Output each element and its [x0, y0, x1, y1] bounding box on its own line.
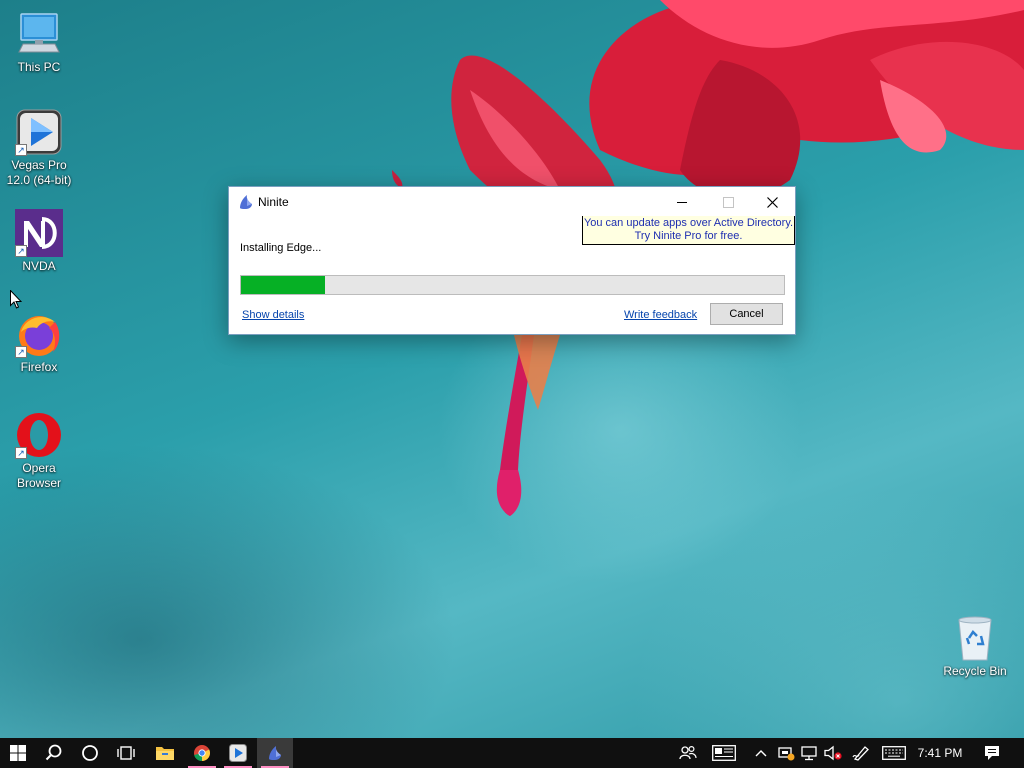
shortcut-arrow-icon: ↗	[15, 245, 27, 257]
vegas-pro-icon: ↗	[15, 108, 63, 156]
notifications-icon	[985, 746, 999, 760]
desktop-icon-label: NVDA	[22, 259, 56, 273]
show-details-link[interactable]: Show details	[242, 309, 304, 321]
people-button[interactable]	[674, 738, 702, 768]
install-progress-bar	[240, 275, 785, 295]
nvda-icon: ↗	[15, 209, 63, 257]
minimize-button[interactable]	[659, 187, 705, 217]
desktop-icon-label: Firefox	[20, 360, 58, 374]
search-icon	[45, 744, 62, 761]
volume-muted-icon	[824, 745, 842, 761]
ninite-taskbar-button[interactable]	[257, 738, 293, 768]
ninite-icon	[269, 746, 281, 760]
task-view-button[interactable]	[108, 738, 144, 768]
promo-line: You can update apps over Active Director…	[583, 217, 794, 229]
pen-workspace-button[interactable]	[850, 738, 872, 768]
shortcut-arrow-icon: ↗	[15, 144, 27, 156]
task-view-icon	[117, 746, 135, 760]
touch-keyboard-button[interactable]	[879, 738, 909, 768]
news-button[interactable]	[708, 738, 740, 768]
desktop-icon-label: Recycle Bin	[943, 664, 1007, 678]
mouse-cursor-icon	[10, 290, 22, 309]
write-feedback-link[interactable]: Write feedback	[624, 309, 697, 321]
taskbar: 7:41 PM	[0, 738, 1024, 768]
cortana-icon	[82, 745, 98, 761]
vegas-pro-taskbar-button[interactable]	[220, 738, 256, 768]
file-explorer-button[interactable]	[147, 738, 183, 768]
opera-icon: ↗	[15, 411, 63, 459]
start-button[interactable]	[0, 738, 36, 768]
firefox-icon: ↗	[15, 310, 63, 358]
show-hidden-icons-button[interactable]	[750, 738, 772, 768]
keyboard-icon	[882, 746, 906, 760]
ninite-pro-promo[interactable]: You can update apps over Active Director…	[582, 216, 795, 245]
display-icon	[801, 746, 817, 761]
desktop-icon-label: This PC	[17, 60, 61, 74]
news-icon	[712, 745, 736, 761]
shortcut-arrow-icon: ↗	[15, 447, 27, 459]
ninite-icon	[240, 195, 252, 209]
wallpaper-flower	[392, 0, 1024, 516]
pen-icon	[852, 746, 869, 761]
desktop-icon-vegas-pro[interactable]: ↗ Vegas Pro 12.0 (64-bit)	[1, 108, 77, 188]
recycle-bin-icon	[951, 614, 999, 662]
cancel-button[interactable]: Cancel	[710, 303, 783, 325]
window-titlebar[interactable]: Ninite	[229, 187, 795, 217]
taskbar-clock[interactable]: 7:41 PM	[910, 738, 970, 768]
network-warning-button[interactable]	[775, 738, 797, 768]
desktop-icon-this-pc[interactable]: This PC	[1, 10, 77, 75]
desktop-icon-recycle-bin[interactable]: Recycle Bin	[937, 614, 1013, 679]
chrome-button[interactable]	[184, 738, 220, 768]
maximize-icon	[722, 196, 734, 208]
close-button[interactable]	[749, 187, 795, 217]
promo-line: Try Ninite Pro for free.	[634, 230, 743, 242]
desktop: This PC ↗ Vegas Pro 12.0 (64-bit) ↗ NVDA	[0, 0, 1024, 738]
window-title: Ninite	[258, 195, 289, 209]
display-button[interactable]	[799, 738, 821, 768]
desktop-icon-nvda[interactable]: ↗ NVDA	[1, 209, 77, 274]
people-icon	[679, 745, 697, 760]
vegas-pro-icon	[229, 744, 247, 762]
desktop-icon-firefox[interactable]: ↗ Firefox	[1, 310, 77, 375]
shortcut-arrow-icon: ↗	[15, 346, 27, 358]
install-status-text: Installing Edge...	[240, 242, 322, 254]
network-warning-icon	[778, 747, 795, 761]
file-explorer-icon	[156, 747, 174, 760]
desktop-icon-opera[interactable]: ↗ Opera Browser	[1, 411, 77, 491]
chevron-up-icon	[755, 750, 767, 757]
minimize-icon	[676, 201, 687, 203]
progress-fill	[241, 276, 326, 294]
windows-start-icon	[10, 745, 26, 761]
chrome-icon	[194, 745, 211, 762]
cortana-button[interactable]	[72, 738, 108, 768]
ninite-window: Ninite You can update apps over Active D…	[228, 186, 796, 335]
volume-button[interactable]	[822, 738, 844, 768]
maximize-button[interactable]	[705, 187, 751, 217]
close-icon	[766, 196, 778, 208]
search-button[interactable]	[36, 738, 72, 768]
action-center-button[interactable]	[978, 738, 1006, 768]
desktop-icon-label: Opera Browser	[16, 461, 61, 490]
desktop-icon-label: Vegas Pro 12.0 (64-bit)	[6, 158, 72, 187]
this-pc-icon	[15, 10, 63, 58]
